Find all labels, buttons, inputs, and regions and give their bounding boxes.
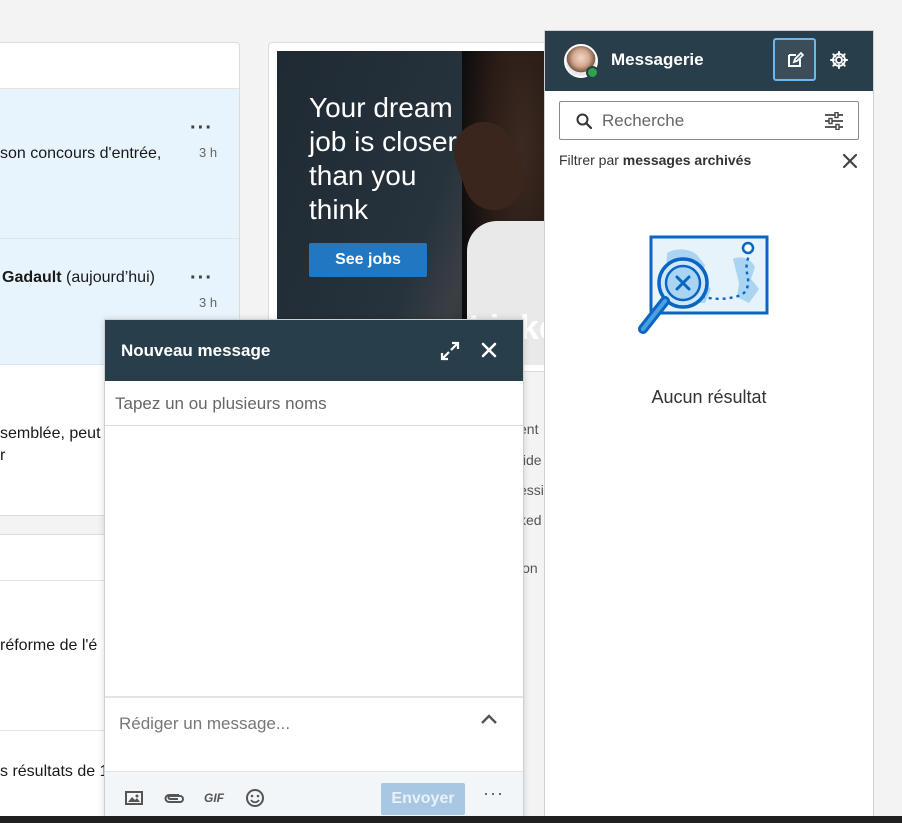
notification-text: Gadault (aujourd’hui) <box>2 269 155 287</box>
notification-item[interactable]: son concours d'entrée, ··· 3 h <box>0 89 239 239</box>
new-message-header[interactable]: Nouveau message <box>105 320 523 381</box>
no-results-illustration <box>638 235 769 334</box>
search-input[interactable] <box>602 110 812 132</box>
online-status-icon <box>586 66 599 79</box>
notification-suffix: (aujourd’hui) <box>61 269 155 286</box>
empty-state-text: Aucun résultat <box>651 387 767 407</box>
notification-name: Gadault <box>2 269 62 286</box>
paperclip-icon <box>164 794 184 803</box>
new-message-window: Nouveau message GIF <box>104 319 524 823</box>
chevron-up-icon[interactable] <box>479 712 499 726</box>
filter-value: messages archivés <box>622 152 752 168</box>
new-message-title: Nouveau message <box>121 341 271 360</box>
more-options-icon[interactable]: ··· <box>483 784 504 802</box>
recipient-field[interactable] <box>105 381 523 426</box>
filter-label: Filtrer par messages archivés <box>559 152 751 168</box>
feed-snippet: s résultats de 1 <box>0 763 109 780</box>
messaging-panel: Messagerie Filtrer par mess <box>544 30 874 823</box>
message-input[interactable] <box>119 712 459 736</box>
attach-file-button[interactable] <box>163 787 185 809</box>
emoji-icon <box>246 789 264 807</box>
filter-prefix: Filtrer par <box>559 152 623 168</box>
gear-icon <box>830 51 848 69</box>
search-box[interactable] <box>559 101 859 140</box>
close-icon[interactable] <box>479 340 499 360</box>
clear-filter-close-icon[interactable] <box>841 152 859 170</box>
attach-image-button[interactable] <box>123 787 145 809</box>
notification-time: 3 h <box>199 145 218 160</box>
filter-sliders-icon[interactable] <box>824 112 844 130</box>
compose-message-button[interactable] <box>773 38 816 81</box>
expand-icon[interactable] <box>439 340 461 362</box>
more-options-icon[interactable]: ··· <box>190 118 213 138</box>
feed-snippet: réforme de l'é <box>0 637 98 654</box>
notification-text: son concours d'entrée, <box>0 145 162 162</box>
feed-snippet: r <box>0 447 6 464</box>
taskbar <box>0 816 902 823</box>
compose-area[interactable] <box>105 696 523 771</box>
search-icon <box>576 113 592 129</box>
gif-icon: GIF <box>204 791 224 805</box>
recipient-input[interactable] <box>115 392 505 416</box>
emoji-button[interactable] <box>244 787 266 809</box>
messaging-title: Messagerie <box>611 50 704 69</box>
image-icon <box>125 791 143 805</box>
notification-time: 3 h <box>199 295 218 310</box>
send-button[interactable]: Envoyer <box>381 783 465 815</box>
feed-snippet: semblée, peut <box>0 425 101 442</box>
more-options-icon[interactable]: ··· <box>190 268 213 288</box>
messaging-header[interactable]: Messagerie <box>545 31 873 91</box>
conversation-area <box>105 426 523 696</box>
gif-button[interactable]: GIF <box>203 787 225 809</box>
compose-icon <box>787 51 804 67</box>
feed-header <box>0 43 239 89</box>
settings-button[interactable] <box>827 48 851 72</box>
ad-headline: Your dream job is closer than you think <box>309 92 457 225</box>
ad-banner[interactable]: Your dream job is closer than you think … <box>277 51 545 365</box>
see-jobs-button[interactable]: See jobs <box>309 243 427 277</box>
